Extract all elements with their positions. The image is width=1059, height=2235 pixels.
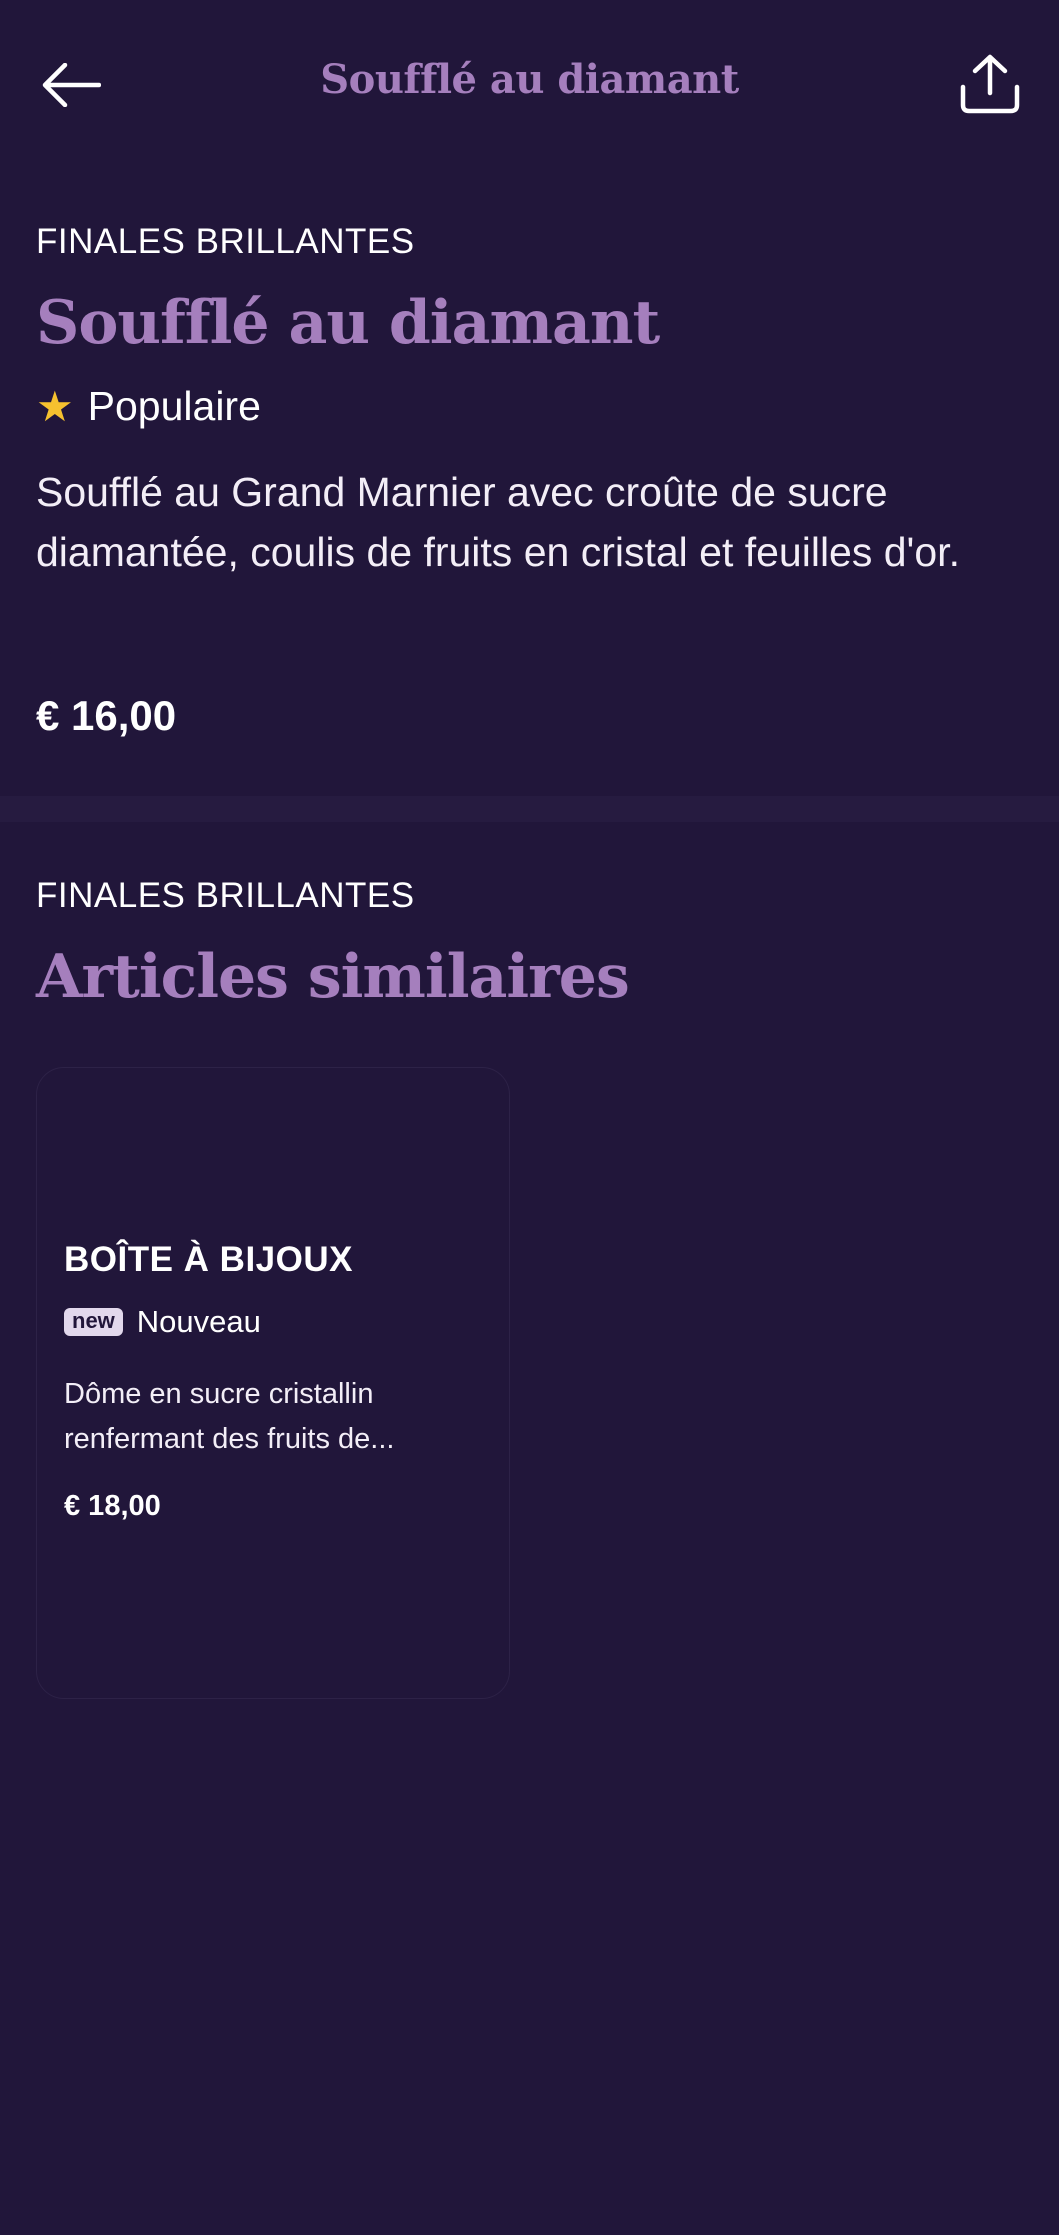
card-price: € 18,00 — [64, 1490, 161, 1522]
new-tag: new — [64, 1308, 123, 1336]
item-description: Soufflé au Grand Marnier avec croûte de … — [36, 469, 960, 575]
section-divider — [0, 796, 1059, 822]
item-price: € 16,00 — [36, 692, 177, 739]
back-button[interactable] — [36, 54, 106, 116]
similar-item-card[interactable]: BOÎTE À BIJOUX new Nouveau Dôme en sucre… — [36, 1067, 510, 1699]
card-title: BOÎTE À BIJOUX — [64, 1240, 353, 1279]
popular-badge: ★ Populaire — [36, 383, 261, 430]
similar-title: Articles similaires — [36, 942, 630, 1012]
card-description: Dôme en sucre cristallin renfermant des … — [64, 1378, 395, 1455]
item-category: FINALES BRILLANTES — [36, 222, 415, 261]
top-app-bar: Soufflé au diamant — [0, 0, 1059, 170]
item-name: Soufflé au diamant — [36, 288, 660, 358]
arrow-left-icon — [42, 63, 101, 107]
similar-category: FINALES BRILLANTES — [36, 876, 415, 915]
share-button[interactable] — [955, 50, 1025, 118]
share-icon — [960, 54, 1020, 114]
badge-label: Populaire — [87, 383, 261, 429]
new-label: Nouveau — [136, 1304, 261, 1339]
page-title: Soufflé au diamant — [320, 56, 739, 103]
star-icon: ★ — [36, 382, 74, 430]
new-badge-row: new Nouveau — [64, 1304, 261, 1340]
